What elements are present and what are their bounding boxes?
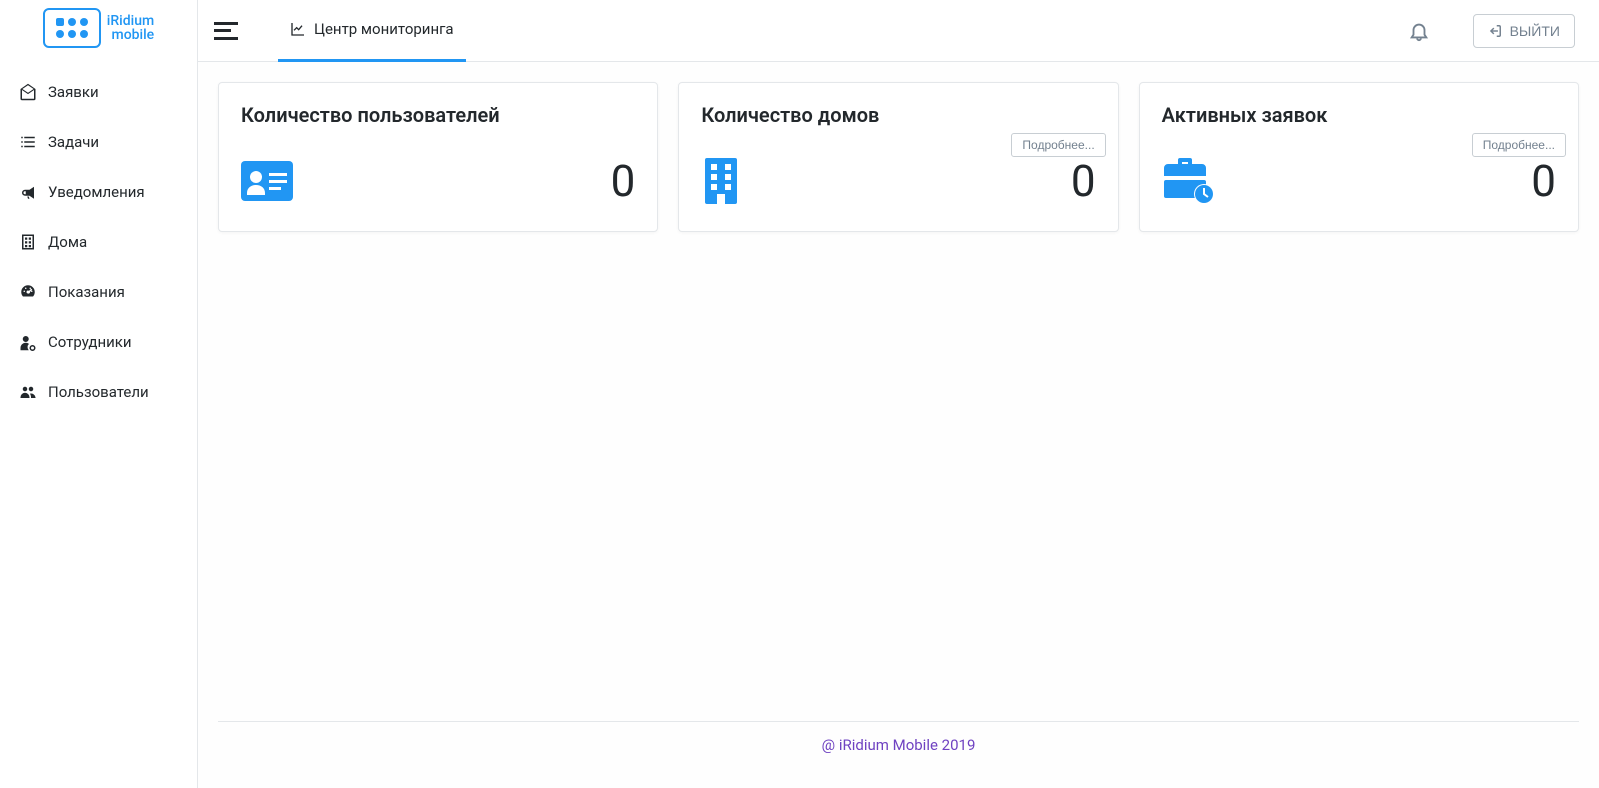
sidebar-item-label: Сотрудники xyxy=(48,333,132,351)
logo-text: iRidium mobile xyxy=(107,14,154,42)
sidebar-item-tasks[interactable]: Задачи xyxy=(0,117,197,167)
content: Количество пользователей 0 Количество до… xyxy=(198,62,1599,788)
card-value: 0 xyxy=(1071,155,1096,207)
card-value: 0 xyxy=(1531,155,1556,207)
card-houses: Количество домов Подробнее... 0 xyxy=(678,82,1118,232)
building-icon xyxy=(18,233,38,251)
briefcase-clock-icon xyxy=(1162,158,1216,204)
footer: @ iRidium Mobile 2019 xyxy=(218,721,1579,768)
sidebar-item-label: Показания xyxy=(48,283,125,301)
more-button[interactable]: Подробнее... xyxy=(1011,133,1105,157)
sidebar-item-label: Дома xyxy=(48,233,87,251)
card-users: Количество пользователей 0 xyxy=(218,82,658,232)
card-active-requests: Активных заявок Подробнее... xyxy=(1139,82,1579,232)
building-icon xyxy=(701,158,741,204)
card-title: Активных заявок xyxy=(1162,103,1556,127)
tab-label: Центр мониторинга xyxy=(314,20,454,38)
sidebar-item-requests[interactable]: Заявки xyxy=(0,67,197,117)
sidebar: iRidium mobile Заявки Задачи xyxy=(0,0,198,788)
user-cog-icon xyxy=(18,333,38,351)
logout-button[interactable]: ВЫЙТИ xyxy=(1473,14,1575,48)
sidebar-item-meters[interactable]: Показания xyxy=(0,267,197,317)
sidebar-item-houses[interactable]: Дома xyxy=(0,217,197,267)
bullhorn-icon xyxy=(18,183,38,201)
logout-label: ВЫЙТИ xyxy=(1510,23,1560,39)
menu-toggle-button[interactable] xyxy=(214,22,238,40)
card-title: Количество пользователей xyxy=(241,103,635,127)
logo[interactable]: iRidium mobile xyxy=(0,0,197,55)
tab-monitoring[interactable]: Центр мониторинга xyxy=(278,0,466,62)
sidebar-item-staff[interactable]: Сотрудники xyxy=(0,317,197,367)
notifications-button[interactable] xyxy=(1399,11,1439,51)
sidebar-nav: Заявки Задачи Уведомления Дома xyxy=(0,55,197,417)
chart-line-icon xyxy=(290,21,306,37)
topbar: Центр мониторинга ВЫЙТИ xyxy=(198,0,1599,62)
id-card-icon xyxy=(241,161,293,201)
footer-text: @ iRidium Mobile 2019 xyxy=(822,736,976,754)
card-title: Количество домов xyxy=(701,103,1095,127)
sidebar-item-users[interactable]: Пользователи xyxy=(0,367,197,417)
sidebar-item-label: Заявки xyxy=(48,83,99,101)
logo-mark xyxy=(43,8,101,48)
sidebar-item-notifications[interactable]: Уведомления xyxy=(0,167,197,217)
sidebar-item-label: Задачи xyxy=(48,133,99,151)
list-check-icon xyxy=(18,133,38,151)
sidebar-item-label: Пользователи xyxy=(48,383,149,401)
sign-out-icon xyxy=(1488,24,1502,38)
dashboard-icon xyxy=(18,283,38,301)
more-button[interactable]: Подробнее... xyxy=(1472,133,1566,157)
card-value: 0 xyxy=(611,155,636,207)
users-icon xyxy=(18,383,38,401)
sidebar-item-label: Уведомления xyxy=(48,183,145,201)
bell-icon xyxy=(1408,20,1430,42)
envelope-open-icon xyxy=(18,83,38,101)
